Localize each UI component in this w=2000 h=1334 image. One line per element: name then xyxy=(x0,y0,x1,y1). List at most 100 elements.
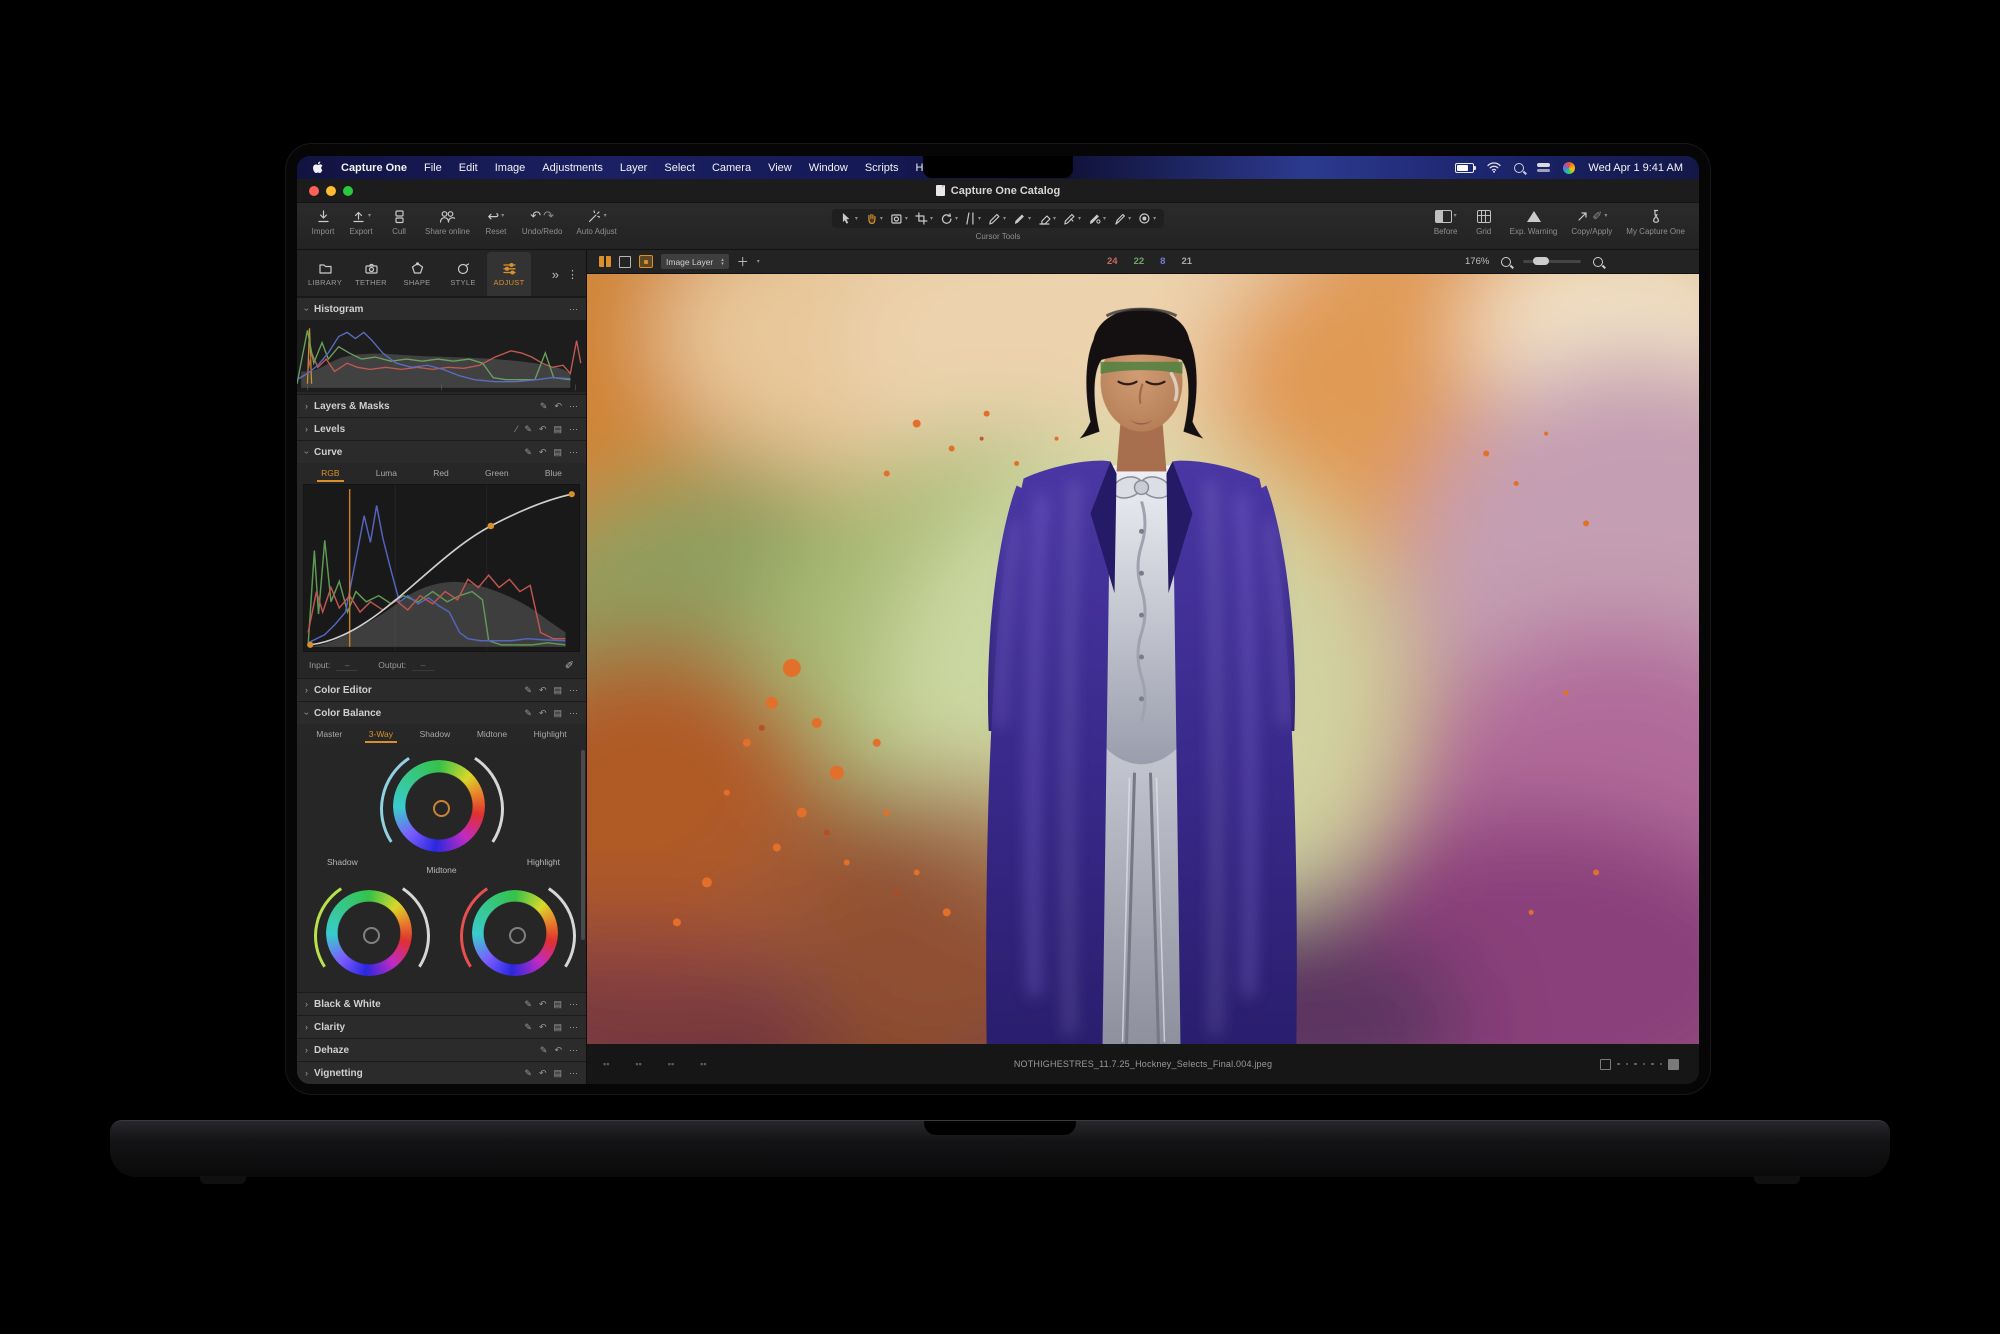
curve-tab-luma[interactable]: Luma xyxy=(372,465,401,482)
reset-icon[interactable]: ↶ xyxy=(539,708,547,719)
collapse-caret-icon[interactable]: › xyxy=(302,308,311,311)
rotate-tool[interactable]: ▾ xyxy=(940,212,958,225)
viewer-grid-toggle-icon[interactable] xyxy=(599,256,611,267)
zoom-out-icon[interactable] xyxy=(1501,257,1511,267)
menu-item-file[interactable]: File xyxy=(424,162,442,174)
heal-mask-tool[interactable]: ▾ xyxy=(1063,212,1081,225)
panel-header-color-balance[interactable]: › Color Balance ✎ ↶ ▤ ⋯ xyxy=(297,701,586,724)
slash-icon[interactable]: ∕ xyxy=(516,424,518,434)
tab-style[interactable]: STYLE xyxy=(441,252,485,296)
my-capture-one-button[interactable]: My Capture One xyxy=(1626,208,1685,236)
pager-dot[interactable] xyxy=(1617,1063,1620,1066)
more-icon[interactable]: ⋯ xyxy=(569,685,578,696)
reset-icon[interactable]: ↶ xyxy=(554,1045,562,1056)
close-window-button[interactable] xyxy=(309,186,319,196)
copy-apply-button[interactable]: ✐▾ Copy/Apply xyxy=(1571,208,1612,236)
panel-header-dehaze[interactable]: › Dehaze ✎ ↶ ⋯ xyxy=(297,1038,586,1061)
shadow-wheel-center[interactable] xyxy=(326,890,412,976)
before-button[interactable]: ▾ Before xyxy=(1434,208,1458,236)
collapse-caret-icon[interactable]: › xyxy=(302,451,311,454)
battery-icon[interactable] xyxy=(1455,163,1474,173)
cull-button[interactable]: Cull xyxy=(387,208,411,236)
share-online-button[interactable]: Share online xyxy=(425,208,470,236)
tab-shape[interactable]: SHAPE xyxy=(395,252,439,296)
footer-tool-icon-1[interactable]: ▪▪ xyxy=(603,1059,609,1069)
menu-item-edit[interactable]: Edit xyxy=(459,162,478,174)
footer-tool-icon-3[interactable]: ▪▪ xyxy=(668,1059,674,1069)
reset-button[interactable]: ↩▾ Reset xyxy=(484,208,508,236)
erase-mask-tool[interactable]: ▾ xyxy=(1038,212,1056,225)
mask-icon[interactable]: ▤ xyxy=(553,708,562,719)
sidebar-scrollbar[interactable] xyxy=(581,750,585,940)
pen-icon[interactable]: ✎ xyxy=(540,1045,548,1056)
reset-icon[interactable]: ↶ xyxy=(539,1022,547,1033)
layer-mask-toggle-icon[interactable] xyxy=(639,255,653,268)
more-icon[interactable]: ⋯ xyxy=(569,999,578,1010)
annotation-tool[interactable]: ▾ xyxy=(1113,212,1131,225)
color-app-menu-icon[interactable] xyxy=(1563,162,1575,174)
more-icon[interactable]: ⋯ xyxy=(569,401,578,412)
midtone-wheel-center[interactable] xyxy=(393,760,485,852)
wifi-icon[interactable] xyxy=(1487,162,1501,173)
menu-item-window[interactable]: Window xyxy=(809,162,848,174)
add-layer-caret-icon[interactable]: ▾ xyxy=(757,258,760,265)
pan-hand-tool-selected[interactable]: ▾ xyxy=(865,212,883,225)
control-center-icon[interactable] xyxy=(1537,163,1550,172)
reset-icon[interactable]: ↶ xyxy=(539,685,547,696)
reset-icon[interactable]: ↶ xyxy=(539,424,547,435)
reset-icon[interactable]: ↶ xyxy=(554,401,562,412)
curve-tab-green[interactable]: Green xyxy=(481,465,513,482)
pick-color-tool[interactable]: ▾ xyxy=(1138,212,1156,225)
menu-item-capture-one[interactable]: Capture One xyxy=(341,162,407,174)
collapse-caret-icon[interactable]: › xyxy=(305,1046,308,1055)
more-icon[interactable]: ⋯ xyxy=(569,1045,578,1056)
more-tools-icon[interactable]: ⋮ xyxy=(567,268,578,281)
more-icon[interactable]: ⋯ xyxy=(569,424,578,435)
export-button[interactable]: ▾ Export xyxy=(349,208,373,236)
thumbnail-size-icon[interactable] xyxy=(1600,1059,1611,1070)
more-icon[interactable]: ⋯ xyxy=(569,708,578,719)
curve-graph[interactable] xyxy=(303,484,580,652)
loupe-tool[interactable]: ▾ xyxy=(890,212,908,225)
mask-icon[interactable]: ▤ xyxy=(553,424,562,435)
crop-tool[interactable]: ▾ xyxy=(915,212,933,225)
mask-icon[interactable]: ▤ xyxy=(553,1022,562,1033)
menu-item-view[interactable]: View xyxy=(768,162,792,174)
photo-canvas[interactable] xyxy=(587,274,1699,1044)
pen-icon[interactable]: ✎ xyxy=(524,999,532,1010)
curve-tab-red[interactable]: Red xyxy=(429,465,453,482)
zoom-in-icon[interactable] xyxy=(1593,257,1603,267)
zoom-level[interactable]: 176% xyxy=(1465,256,1489,267)
viewer-single-toggle-icon[interactable] xyxy=(619,256,631,268)
reset-icon[interactable]: ↶ xyxy=(539,999,547,1010)
menu-item-scripts[interactable]: Scripts xyxy=(865,162,899,174)
menu-item-adjustments[interactable]: Adjustments xyxy=(542,162,603,174)
add-layer-button[interactable]: ＋ xyxy=(737,253,749,270)
panel-header-black-white[interactable]: › Black & White ✎ ↶ ▤ ⋯ xyxy=(297,992,586,1015)
spot-removal-tool[interactable]: ▾ xyxy=(988,212,1006,225)
pen-icon[interactable]: ✎ xyxy=(524,1022,532,1033)
undo-redo-button[interactable]: ↶↷ Undo/Redo xyxy=(522,208,562,236)
tab-library[interactable]: LIBRARY xyxy=(303,252,347,296)
menu-bar-clock[interactable]: Wed Apr 1 9:41 AM xyxy=(1588,162,1683,174)
collapse-caret-icon[interactable]: › xyxy=(305,425,308,434)
mask-icon[interactable]: ▤ xyxy=(553,685,562,696)
more-icon[interactable]: ⋯ xyxy=(569,447,578,458)
auto-adjust-button[interactable]: ▾ Auto Adjust xyxy=(576,208,616,236)
mask-icon[interactable]: ▤ xyxy=(553,447,562,458)
draw-mask-tool[interactable]: ▾ xyxy=(1013,212,1031,225)
panel-header-clarity[interactable]: › Clarity ✎ ↶ ▤ ⋯ xyxy=(297,1015,586,1038)
curve-tab-blue[interactable]: Blue xyxy=(541,465,566,482)
pager-dot[interactable] xyxy=(1626,1063,1629,1066)
zoom-window-button[interactable] xyxy=(343,186,353,196)
layer-select[interactable]: Image Layer ▴▾ xyxy=(661,254,729,269)
cb-tab-highlight[interactable]: Highlight xyxy=(530,726,571,743)
guides-tool[interactable]: ▾ xyxy=(965,212,981,225)
collapse-caret-icon[interactable]: › xyxy=(305,402,308,411)
menu-item-image[interactable]: Image xyxy=(495,162,526,174)
panel-header-levels[interactable]: › Levels ∕ ✎ ↶ ▤ ⋯ xyxy=(297,417,586,440)
tab-adjust[interactable]: ADJUST xyxy=(487,252,531,296)
menu-item-select[interactable]: Select xyxy=(664,162,695,174)
list-view-icon[interactable] xyxy=(1668,1059,1679,1070)
cb-tab-midtone[interactable]: Midtone xyxy=(473,726,511,743)
